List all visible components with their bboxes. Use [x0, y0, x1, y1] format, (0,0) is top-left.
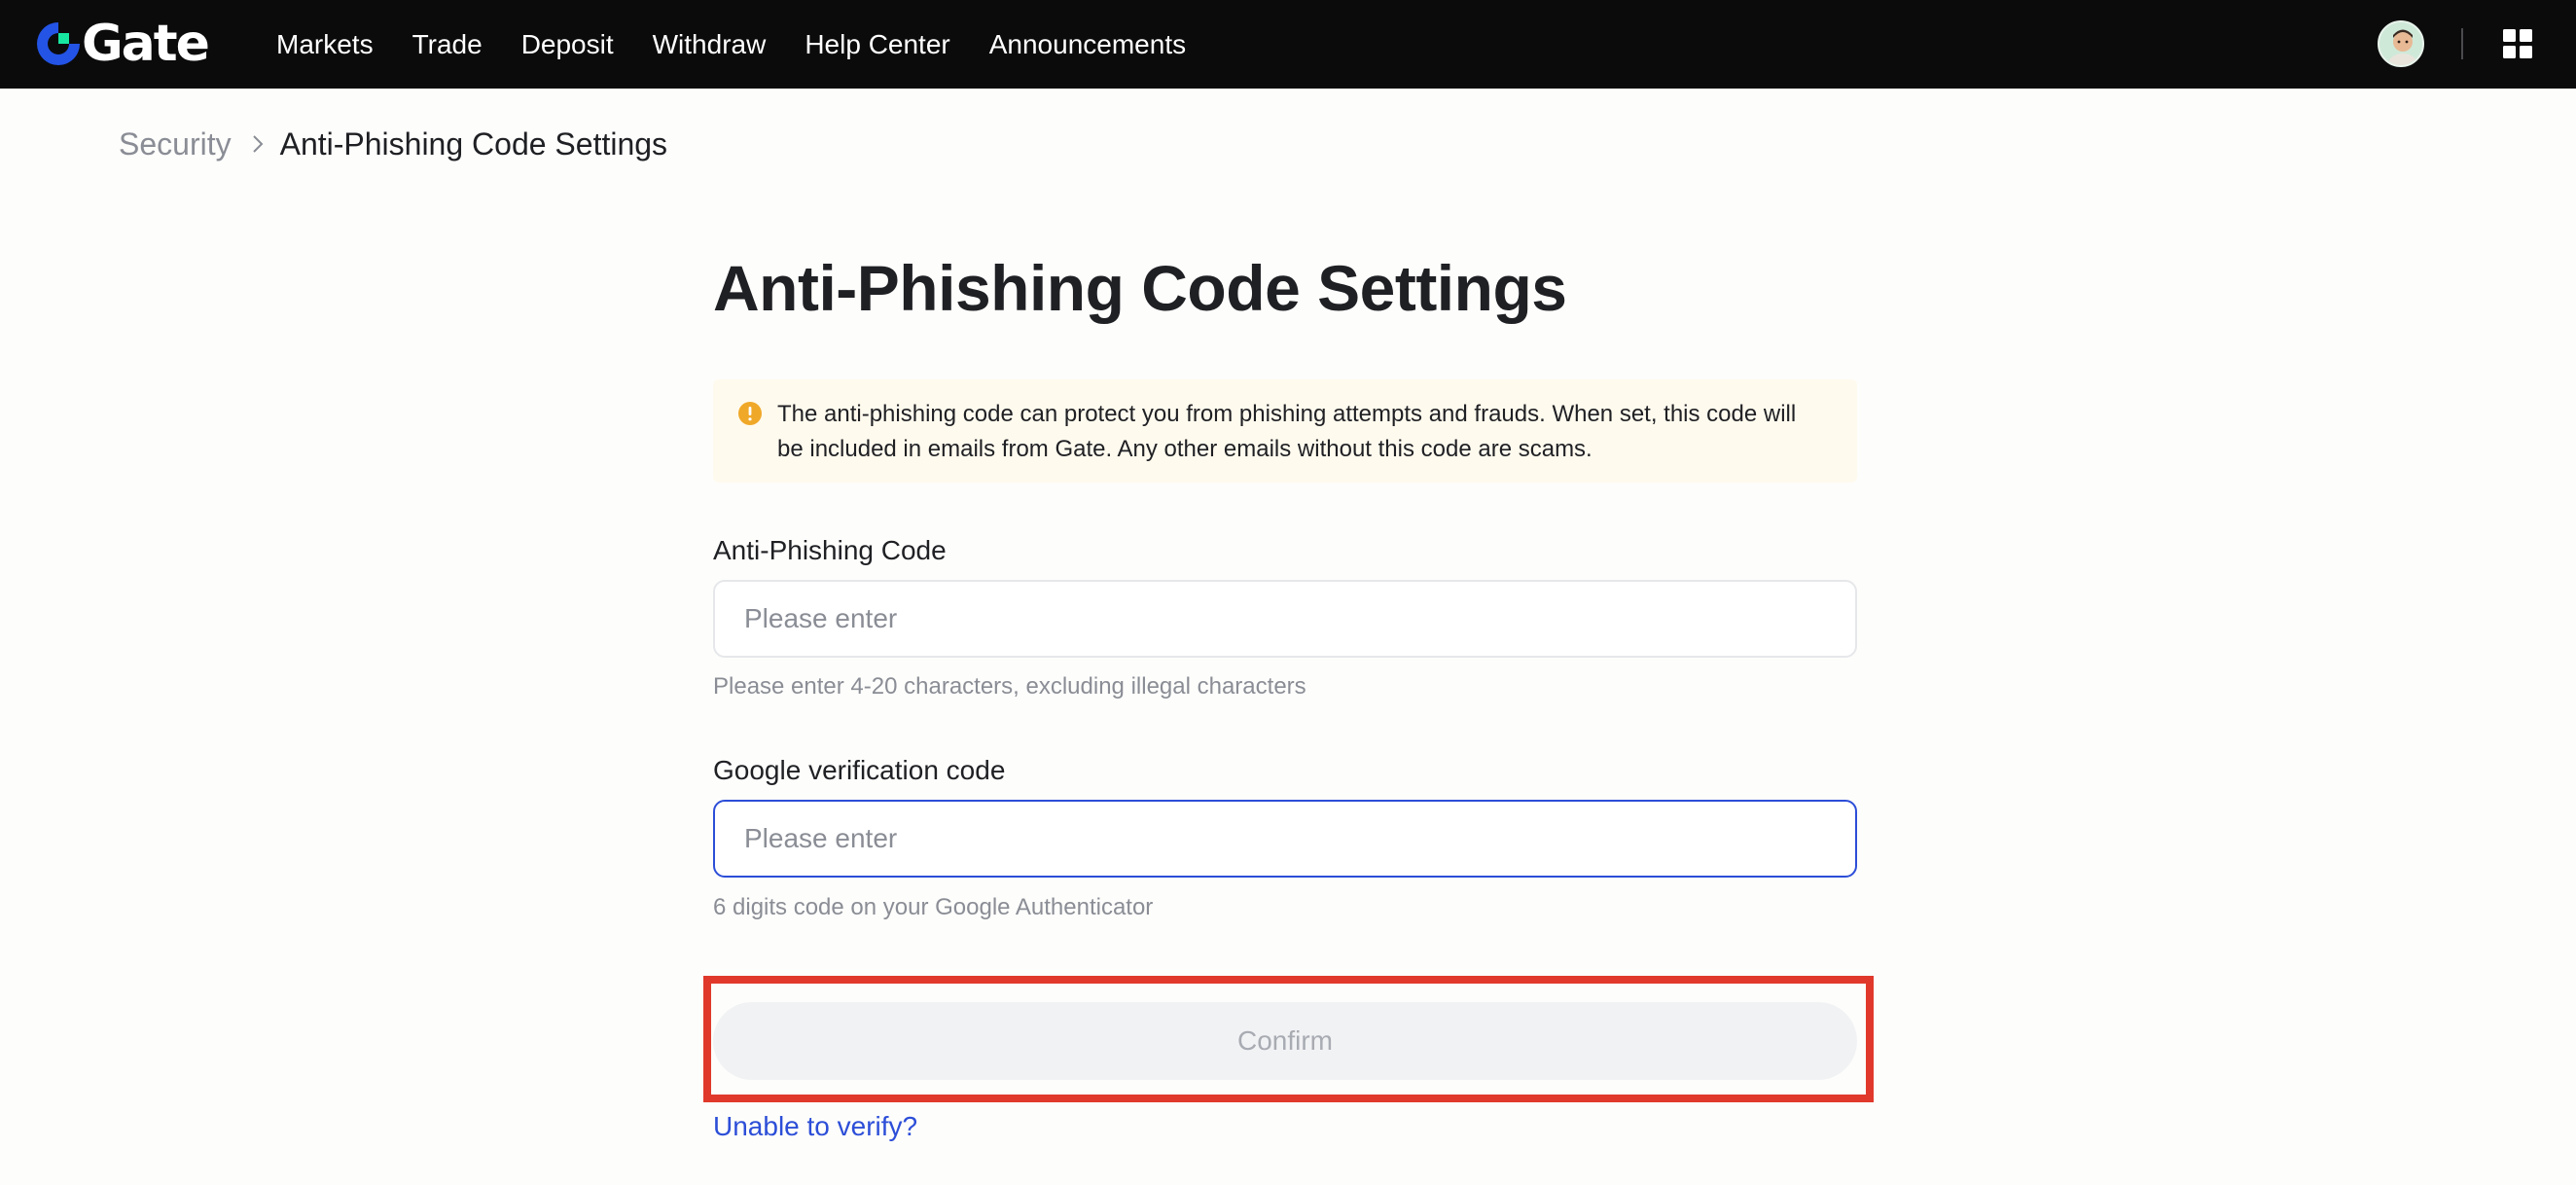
nav-divider: [2461, 28, 2463, 59]
nav-withdraw[interactable]: Withdraw: [653, 29, 767, 60]
confirm-button[interactable]: Confirm: [713, 1002, 1857, 1080]
user-avatar[interactable]: [2378, 20, 2424, 67]
anti-phishing-code-hint: Please enter 4-20 characters, excluding …: [713, 673, 1306, 700]
gate-logo[interactable]: Gate: [33, 15, 210, 73]
chevron-right-icon: [252, 135, 264, 153]
gate-logo-text: Gate: [82, 15, 210, 73]
top-navigation-bar: Gate Markets Trade Deposit Withdraw Help…: [0, 0, 2576, 89]
anti-phishing-code-input[interactable]: [713, 580, 1857, 658]
nav-markets[interactable]: Markets: [276, 29, 374, 60]
nav-trade[interactable]: Trade: [412, 29, 483, 60]
nav-help-center[interactable]: Help Center: [805, 29, 949, 60]
page-title: Anti-Phishing Code Settings: [713, 252, 1567, 324]
main-nav: Markets Trade Deposit Withdraw Help Cent…: [276, 0, 1225, 89]
warning-notice: The anti-phishing code can protect you f…: [713, 379, 1857, 483]
nav-announcements[interactable]: Announcements: [989, 29, 1186, 60]
gate-logo-icon: [37, 22, 80, 65]
avatar-icon: [2379, 22, 2422, 65]
anti-phishing-code-label: Anti-Phishing Code: [713, 535, 947, 565]
breadcrumb-current: Anti-Phishing Code Settings: [279, 126, 668, 162]
breadcrumb: Security Anti-Phishing Code Settings: [119, 125, 667, 163]
warning-icon: [738, 402, 762, 425]
apps-grid-icon[interactable]: [2502, 28, 2533, 59]
breadcrumb-security-link[interactable]: Security: [119, 126, 232, 162]
google-verification-code-input[interactable]: [713, 800, 1857, 878]
google-verification-code-label: Google verification code: [713, 755, 1006, 785]
unable-to-verify-link[interactable]: Unable to verify?: [713, 1111, 917, 1142]
nav-deposit[interactable]: Deposit: [521, 29, 614, 60]
google-verification-code-hint: 6 digits code on your Google Authenticat…: [713, 894, 1154, 920]
notice-text: The anti-phishing code can protect you f…: [777, 401, 1797, 462]
